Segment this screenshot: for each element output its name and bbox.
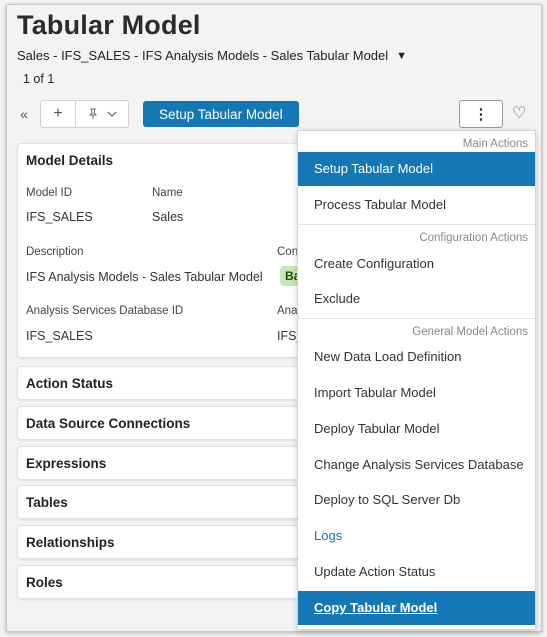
model-id-label: Model ID	[26, 187, 73, 199]
context-selector[interactable]: Sales - IFS_SALES - IFS Analysis Models …	[17, 48, 407, 63]
menu-item-process-tabular-model[interactable]: Process Tabular Model	[298, 188, 535, 222]
menu-divider	[298, 224, 535, 225]
menu-item-label: Copy Tabular Model	[314, 600, 438, 615]
section-title: Data Source Connections	[26, 416, 191, 431]
menu-item-exclude[interactable]: Exclude	[298, 282, 535, 316]
pin-icon	[88, 108, 98, 119]
card-title: Model Details	[26, 153, 114, 168]
analysis-label: Ana	[277, 305, 298, 317]
menu-item-deploy-tabular-model[interactable]: Deploy Tabular Model	[298, 412, 535, 446]
as-db-id-value: IFS_SALES	[26, 329, 93, 343]
record-pager: 1 of 1	[23, 72, 55, 86]
section-title: Expressions	[26, 456, 107, 471]
favorite-icon[interactable]: ♡	[512, 103, 526, 123]
description-label: Description	[26, 246, 84, 258]
menu-group-main: Main Actions	[462, 138, 528, 150]
chevron-down-icon	[107, 111, 117, 117]
model-id-value: IFS_SALES	[26, 210, 93, 224]
caret-down-icon[interactable]: ▼	[396, 50, 407, 62]
toolbar-group: +	[40, 100, 129, 128]
menu-item-create-configuration[interactable]: Create Configuration	[298, 247, 535, 281]
menu-item-setup-tabular-model[interactable]: Setup Tabular Model	[298, 152, 535, 186]
setup-tabular-model-button[interactable]: Setup Tabular Model	[143, 101, 299, 127]
add-icon[interactable]: +	[41, 101, 76, 127]
config-label: Con	[277, 246, 299, 258]
menu-group-configuration: Configuration Actions	[419, 232, 528, 244]
collapse-icon[interactable]: «	[14, 106, 34, 122]
section-title: Tables	[26, 495, 68, 510]
description-value: IFS Analysis Models - Sales Tabular Mode…	[26, 270, 263, 284]
actions-menu: Main Actions Setup Tabular Model Process…	[297, 130, 536, 630]
page-title: Tabular Model	[17, 10, 201, 40]
pin-dropdown-button[interactable]	[76, 101, 128, 127]
menu-item-import-tabular-model[interactable]: Import Tabular Model	[298, 376, 535, 410]
menu-divider	[298, 318, 535, 319]
menu-item-deploy-to-sql-server[interactable]: Deploy to SQL Server Db	[298, 483, 535, 517]
more-actions-button[interactable]: ⋮	[459, 100, 503, 128]
menu-group-general: General Model Actions	[412, 326, 528, 338]
name-label: Name	[152, 187, 183, 199]
menu-item-new-data-load-definition[interactable]: New Data Load Definition	[298, 340, 535, 374]
menu-item-logs[interactable]: Logs	[298, 519, 535, 553]
menu-item-update-action-status[interactable]: Update Action Status	[298, 555, 535, 589]
context-label: Sales - IFS_SALES - IFS Analysis Models …	[17, 48, 389, 63]
section-title: Roles	[26, 575, 63, 590]
name-value: Sales	[152, 210, 184, 224]
toolbar: « + Setup Tabular Model	[14, 100, 299, 128]
menu-item-copy-tabular-model[interactable]: Copy Tabular Model	[298, 591, 535, 625]
as-db-id-label: Analysis Services Database ID	[26, 305, 184, 317]
section-title: Action Status	[26, 376, 114, 391]
section-title: Relationships	[26, 535, 115, 550]
menu-item-change-as-database[interactable]: Change Analysis Services Database	[298, 448, 535, 482]
